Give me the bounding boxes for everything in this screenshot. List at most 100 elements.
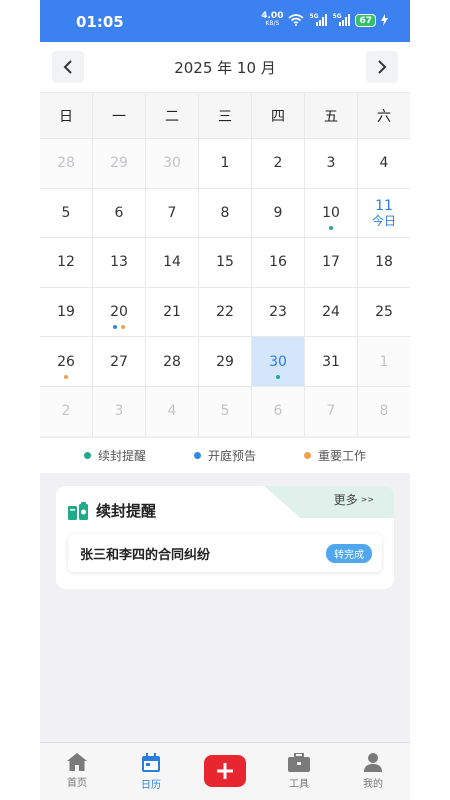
- nav-calendar[interactable]: 日历: [114, 743, 188, 800]
- signal-icon: 5G: [332, 13, 351, 26]
- calendar-day[interactable]: 7: [304, 386, 357, 436]
- calendar-icon: [142, 753, 160, 772]
- calendar-day[interactable]: 1: [357, 337, 410, 386]
- calendar-day[interactable]: 19: [40, 288, 92, 337]
- legend-dot: [303, 452, 311, 459]
- day-number: 20: [110, 304, 128, 321]
- calendar-day[interactable]: 3: [92, 386, 145, 436]
- next-month-button[interactable]: [366, 51, 398, 83]
- calendar-day[interactable]: 4: [357, 139, 410, 188]
- weekday-label: 二: [145, 93, 198, 138]
- calendar-day[interactable]: 29: [198, 337, 251, 386]
- day-number: 23: [269, 304, 287, 321]
- day-number: 31: [322, 353, 340, 370]
- calendar-day[interactable]: 2: [251, 139, 304, 188]
- battery-icon: 67: [355, 13, 376, 27]
- calendar-day[interactable]: 23: [251, 287, 304, 337]
- calendar-day[interactable]: 24: [304, 287, 357, 337]
- event-dots: [93, 325, 145, 330]
- plus-icon: [217, 763, 233, 779]
- calendar-day[interactable]: 31: [304, 337, 357, 386]
- calendar-week: 5 6 7 8 9 10 11 今日: [40, 187, 410, 238]
- event-dot-important: [121, 325, 125, 330]
- legend-label: 续封提醒: [97, 449, 146, 463]
- calendar-day[interactable]: 20: [92, 287, 145, 337]
- calendar-day[interactable]: 5: [40, 189, 92, 238]
- weekday-label: 日: [59, 108, 73, 125]
- day-number: 17: [322, 254, 340, 271]
- calendar-day[interactable]: 2: [40, 386, 92, 436]
- card-header: 续封提醒: [68, 500, 156, 521]
- calendar-day[interactable]: 8: [357, 386, 410, 436]
- event-dots: [305, 226, 357, 231]
- day-number: 29: [216, 353, 234, 370]
- day-number: 2: [273, 155, 283, 172]
- calendar-day[interactable]: 7: [145, 188, 198, 238]
- day-number: 4: [379, 155, 389, 172]
- calendar-day[interactable]: 22: [198, 287, 251, 337]
- calendar-day[interactable]: 26: [40, 337, 92, 386]
- day-number: 22: [216, 304, 234, 321]
- chevron-right-icon: [378, 60, 387, 74]
- day-number: 13: [110, 254, 128, 271]
- calendar-day[interactable]: 9: [251, 188, 304, 238]
- renewal-reminder-card: 更多 >> 续封提醒 张三和李四的合同纠纷 转完成: [56, 486, 394, 589]
- add-button[interactable]: [204, 755, 246, 787]
- calendar-week: 28 29 30 1 2 3 4: [40, 138, 410, 188]
- calendar-day[interactable]: 30: [145, 139, 198, 188]
- calendar-week: 26 27 28 29 30 31 1: [40, 336, 410, 386]
- calendar-day[interactable]: 16: [251, 238, 304, 287]
- day-number: 5: [61, 204, 71, 221]
- mark-done-button[interactable]: 转完成: [326, 543, 372, 563]
- more-link[interactable]: 更多 >>: [334, 491, 374, 508]
- nav-mine[interactable]: 我的: [336, 743, 410, 800]
- calendar-day[interactable]: 14: [145, 238, 198, 287]
- status-icons: 4.00 KB/S 5G 5G 67: [261, 12, 388, 28]
- calendar-day[interactable]: 6: [251, 386, 304, 436]
- calendar-day[interactable]: 13: [92, 238, 145, 287]
- calendar-day[interactable]: 8: [198, 188, 251, 238]
- phone-screen: 01:05 4.00 KB/S 5G 5G 67 2025 年 10 月 日 一…: [40, 0, 410, 800]
- calendar-day-selected[interactable]: 30: [251, 337, 304, 386]
- reminder-item[interactable]: 张三和李四的合同纠纷 转完成: [68, 534, 382, 572]
- calendar-day[interactable]: 6: [92, 188, 145, 238]
- calendar-week: 19 20 21 22 23 24 25: [40, 286, 410, 337]
- month-header: 2025 年 10 月: [40, 42, 410, 92]
- day-number: 12: [57, 254, 75, 271]
- day-number: 28: [163, 353, 181, 370]
- day-number: 18: [375, 254, 393, 271]
- legend-item-hearing: 开庭预告: [193, 447, 256, 464]
- calendar-day[interactable]: 25: [357, 287, 410, 337]
- day-number: 26: [57, 353, 75, 370]
- calendar-day[interactable]: 29: [92, 139, 145, 188]
- calendar-day[interactable]: 15: [198, 238, 251, 287]
- calendar-day[interactable]: 10: [304, 188, 357, 238]
- calendar-day[interactable]: 4: [145, 386, 198, 436]
- calendar-day[interactable]: 5: [198, 386, 251, 436]
- nav-add[interactable]: [188, 743, 262, 800]
- card-ribbon: [264, 486, 394, 518]
- nav-tools[interactable]: 工具: [262, 743, 336, 800]
- day-number: 7: [326, 403, 336, 420]
- calendar-day[interactable]: 17: [304, 238, 357, 287]
- calendar-day[interactable]: 1: [198, 139, 251, 188]
- calendar-day[interactable]: 18: [357, 238, 410, 287]
- nav-home[interactable]: 首页: [40, 743, 114, 800]
- calendar-day[interactable]: 12: [40, 238, 92, 287]
- calendar-day[interactable]: 28: [40, 139, 92, 188]
- calendar-day[interactable]: 27: [92, 337, 145, 386]
- day-number: 6: [273, 403, 283, 420]
- legend-label: 开庭预告: [207, 449, 256, 463]
- calendar-day[interactable]: 21: [145, 287, 198, 337]
- day-number: 21: [163, 304, 181, 321]
- day-number: 5: [220, 403, 230, 420]
- day-number: 3: [326, 155, 336, 172]
- calendar-day[interactable]: 28: [145, 337, 198, 386]
- weekday-label: 一: [92, 93, 145, 138]
- day-number: 2: [61, 403, 71, 420]
- month-title[interactable]: 2025 年 10 月: [40, 57, 410, 78]
- status-bar: 01:05 4.00 KB/S 5G 5G 67: [40, 0, 410, 42]
- legend: 续封提醒 开庭预告 重要工作: [40, 437, 410, 473]
- calendar-day-today[interactable]: 11 今日: [357, 188, 410, 238]
- calendar-day[interactable]: 3: [304, 139, 357, 188]
